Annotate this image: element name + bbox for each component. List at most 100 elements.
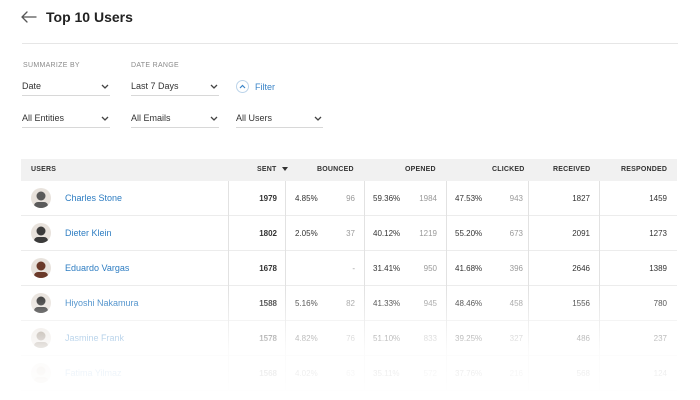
sent-value: 1678 xyxy=(259,264,277,273)
opened-percent: 35.11% xyxy=(373,369,400,378)
summarize-by-select[interactable]: Date xyxy=(22,77,110,96)
col-users[interactable]: USERS xyxy=(31,166,56,173)
filter-label: Filter xyxy=(255,81,275,92)
responded-value: 780 xyxy=(653,299,667,308)
bounced-count: 96 xyxy=(346,194,355,203)
summarize-by-label: SUMMARIZE BY xyxy=(23,62,80,69)
opened-count: 950 xyxy=(423,264,437,273)
user-name-link[interactable]: Fatima Yilmaz xyxy=(65,368,122,378)
user-name-link[interactable]: Charles Stone xyxy=(65,193,122,203)
col-clicked[interactable]: CLICKED xyxy=(492,166,525,173)
clicked-count: 327 xyxy=(509,334,523,343)
users-table: USERS SENT BOUNCED OPENED CLICKED RECEIV… xyxy=(21,159,677,391)
opened-percent: 51.10% xyxy=(373,334,401,343)
date-range-label: DATE RANGE xyxy=(131,62,179,69)
opened-percent: 59.36% xyxy=(373,194,401,203)
opened-percent: 31.41% xyxy=(373,264,401,273)
bounced-count: 82 xyxy=(346,299,355,308)
avatar xyxy=(31,258,51,278)
table-row: Hiyoshi Nakamura 1588 5.16% 82 41.33% 945 48.4… xyxy=(21,286,677,321)
col-received[interactable]: RECEIVED xyxy=(553,166,590,173)
bounced-percent: 4.02% xyxy=(295,369,318,378)
clicked-count: 943 xyxy=(509,194,523,203)
entities-value: All Entities xyxy=(22,113,65,123)
bounced-count: 76 xyxy=(346,334,355,343)
responded-value: 1459 xyxy=(649,194,667,203)
bounced-count: 63 xyxy=(346,369,355,378)
column-divider xyxy=(446,181,447,391)
user-name-link[interactable]: Hiyoshi Nakamura xyxy=(65,298,139,308)
opened-percent: 41.33% xyxy=(373,299,401,308)
user-name-link[interactable]: Jasmine Frank xyxy=(65,333,124,343)
clicked-count: 673 xyxy=(509,229,523,238)
table-body: Charles Stone 1979 4.85% 96 59.36% 1984 47.53%… xyxy=(21,181,677,391)
sent-value: 1578 xyxy=(259,334,277,343)
emails-select[interactable]: All Emails xyxy=(131,109,219,128)
opened-count: 945 xyxy=(423,299,437,308)
date-range-select[interactable]: Last 7 Days xyxy=(131,77,219,96)
bounced-percent: 5.16% xyxy=(295,299,318,308)
col-opened[interactable]: OPENED xyxy=(405,166,436,173)
avatar xyxy=(31,188,51,208)
table-row: Charles Stone 1979 4.85% 96 59.36% 1984 47.53%… xyxy=(21,181,677,216)
opened-percent: 40.12% xyxy=(373,229,401,238)
table-row: Dieter Klein 1802 2.05% 37 40.12% 1219 55.20% 6… xyxy=(21,216,677,251)
table-row: Eduardo Vargas 1678 - 31.41% 950 41.68% 396 264… xyxy=(21,251,677,286)
bounced-percent: 4.85% xyxy=(295,194,318,203)
clicked-percent: 55.20% xyxy=(455,229,483,238)
opened-count: 1984 xyxy=(419,194,437,203)
table-row: Fatima Yilmaz 1568 4.02% 63 35.11% 572 37.76% 2… xyxy=(21,356,677,391)
sent-value: 1802 xyxy=(259,229,277,238)
header-divider xyxy=(22,43,678,44)
users-value: All Users xyxy=(236,113,273,123)
sent-value: 1568 xyxy=(259,369,277,378)
date-range-value: Last 7 Days xyxy=(131,81,179,91)
sort-desc-icon xyxy=(281,167,288,172)
clicked-count: 458 xyxy=(509,299,523,308)
sent-value: 1979 xyxy=(259,194,277,203)
col-sent-label: SENT xyxy=(257,166,277,173)
responded-value: 1273 xyxy=(649,229,667,238)
col-bounced[interactable]: BOUNCED xyxy=(317,166,354,173)
received-value: 568 xyxy=(576,369,590,378)
bounced-count: 37 xyxy=(346,229,355,238)
received-value: 2091 xyxy=(572,229,590,238)
chevron-up-icon xyxy=(236,80,249,93)
bounced-count: - xyxy=(352,264,355,273)
avatar xyxy=(31,293,51,313)
clicked-percent: 37.76% xyxy=(455,369,483,378)
column-divider xyxy=(599,181,600,391)
responded-value: 1389 xyxy=(649,264,667,273)
clicked-count: 396 xyxy=(509,264,523,273)
page-header: Top 10 Users xyxy=(20,6,133,28)
received-value: 1556 xyxy=(572,299,590,308)
chevron-down-icon xyxy=(100,113,110,123)
avatar xyxy=(31,363,51,383)
opened-count: 833 xyxy=(423,334,437,343)
received-value: 2646 xyxy=(572,264,590,273)
avatar xyxy=(31,328,51,348)
page-title: Top 10 Users xyxy=(46,9,133,25)
user-name-link[interactable]: Dieter Klein xyxy=(65,228,112,238)
received-value: 486 xyxy=(576,334,590,343)
filter-toggle[interactable]: Filter xyxy=(236,80,275,93)
sent-value: 1588 xyxy=(259,299,277,308)
user-name-link[interactable]: Eduardo Vargas xyxy=(65,263,129,273)
opened-count: 1219 xyxy=(419,229,437,238)
column-divider xyxy=(285,181,286,391)
col-responded[interactable]: RESPONDED xyxy=(621,166,667,173)
users-select[interactable]: All Users xyxy=(236,109,323,128)
responded-value: 124 xyxy=(653,369,667,378)
col-sent[interactable]: SENT xyxy=(257,166,288,173)
clicked-percent: 47.53% xyxy=(455,194,483,203)
clicked-count: 216 xyxy=(509,369,523,378)
chevron-down-icon xyxy=(100,81,110,91)
column-divider xyxy=(228,181,229,391)
chevron-down-icon xyxy=(313,113,323,123)
opened-count: 572 xyxy=(423,369,437,378)
entities-select[interactable]: All Entities xyxy=(22,109,110,128)
chevron-down-icon xyxy=(209,81,219,91)
table-header: USERS SENT BOUNCED OPENED CLICKED RECEIV… xyxy=(21,159,677,181)
back-arrow-icon[interactable] xyxy=(20,8,38,26)
column-divider xyxy=(528,181,529,391)
